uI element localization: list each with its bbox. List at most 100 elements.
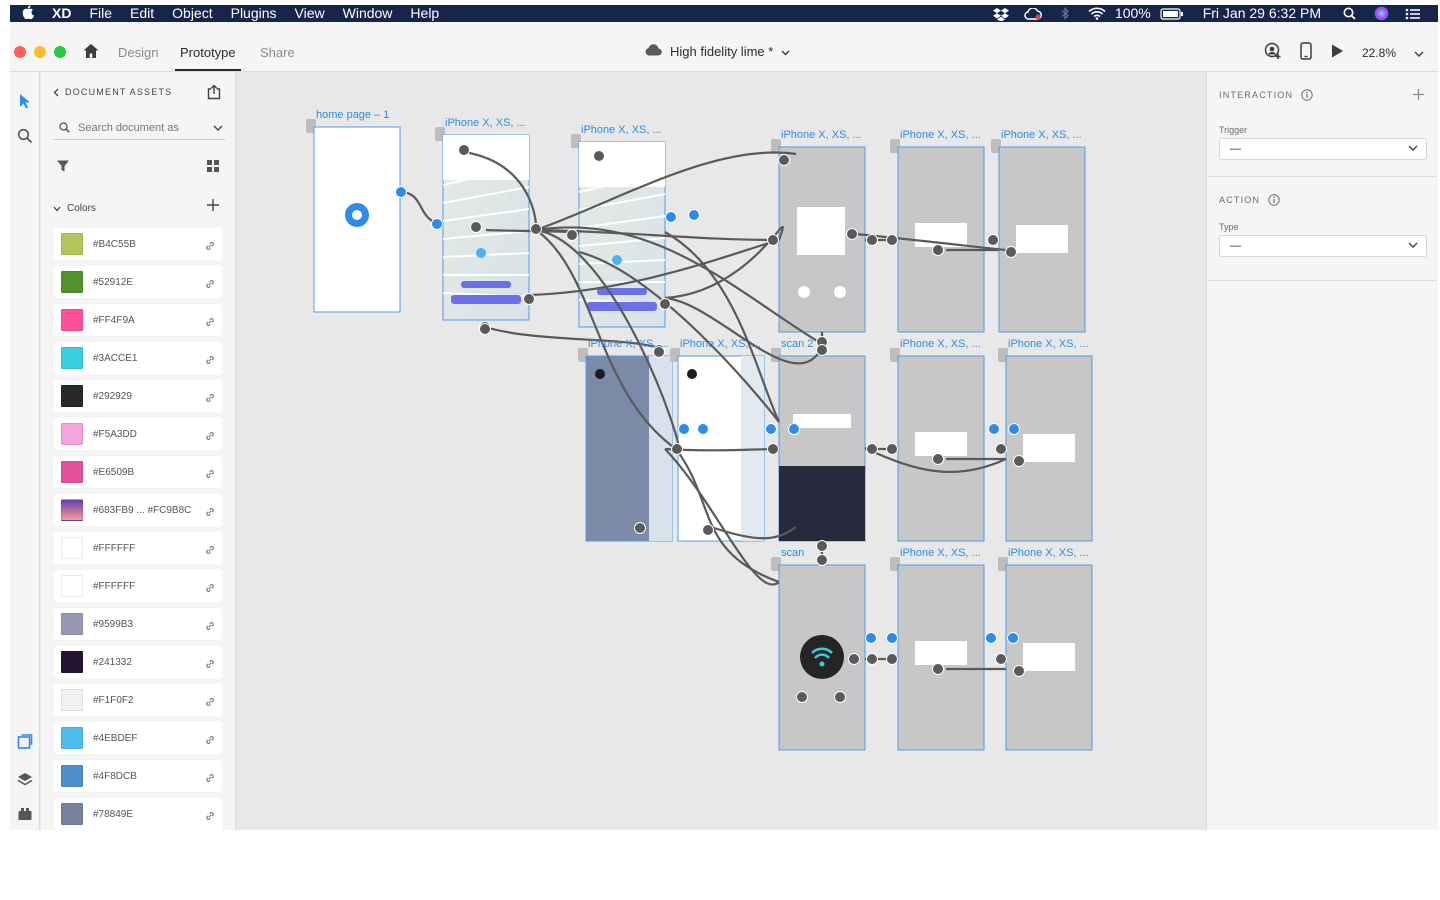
wire-handle[interactable] [765,423,777,435]
wire-handle[interactable] [470,221,482,233]
share-assets-icon[interactable] [206,84,222,105]
color-chip[interactable] [61,651,83,673]
wire-handle[interactable] [659,298,671,310]
color-chip[interactable] [61,575,83,597]
wire-handle[interactable] [816,554,828,566]
assets-back-button[interactable]: DOCUMENT ASSETS [53,87,172,97]
wire-handle[interactable] [932,244,944,256]
wire-handle[interactable] [767,443,779,455]
wire-handle[interactable] [932,663,944,675]
color-chip[interactable] [61,613,83,635]
wire-handle[interactable] [702,524,714,536]
wire-handle[interactable] [886,632,898,644]
add-color-icon[interactable] [207,198,219,216]
link-icon[interactable] [205,276,215,294]
search-filter-chevron-down-icon[interactable] [213,125,223,131]
artboard-label-menu2[interactable]: iPhone X, XS, ... [680,338,761,350]
wire-handle[interactable] [886,234,898,246]
color-chip[interactable] [61,765,83,787]
wire-handle[interactable] [995,653,1007,665]
wire-handle[interactable] [530,223,542,235]
artboard-r2c3[interactable] [998,348,1093,542]
link-icon[interactable] [205,428,215,446]
search-input[interactable] [78,121,198,134]
document-title-dropdown[interactable]: High fidelity lime * [644,44,790,59]
apple-icon[interactable] [10,5,43,23]
color-chip[interactable] [61,347,83,369]
link-icon[interactable] [205,656,215,674]
home-icon[interactable] [82,42,100,60]
link-icon[interactable] [205,504,215,522]
color-swatch-row[interactable]: #683FB9 ... #FC9B8C [54,494,222,526]
color-swatch-row[interactable]: #FFFFFF [54,532,222,564]
artboard-label-r2c3[interactable]: iPhone X, XS, ... [1008,338,1089,350]
layers-panel-icon[interactable] [14,768,36,790]
link-icon[interactable] [205,542,215,560]
color-chip[interactable] [61,461,83,483]
siri-icon[interactable] [1372,6,1390,21]
link-icon[interactable] [205,466,215,484]
wire-handle[interactable] [816,540,828,552]
color-chip[interactable] [61,727,83,749]
select-tool-icon[interactable] [14,90,36,112]
artboard-r1c2[interactable] [890,139,985,333]
menu-plugins[interactable]: Plugins [222,5,286,22]
wire-handle[interactable] [395,186,407,198]
grid-view-icon[interactable] [207,159,219,177]
artboard-menu2[interactable] [670,348,765,542]
wire-handle[interactable] [1007,632,1019,644]
zoom-chevron-down-icon[interactable] [1414,46,1424,60]
wire-handle[interactable] [848,653,860,665]
wire-handle[interactable] [788,423,800,435]
menu-help[interactable]: Help [401,5,448,22]
color-swatch-row[interactable]: #52912E [54,266,222,298]
wire-handle[interactable] [671,443,683,455]
color-chip[interactable] [61,233,83,255]
artboard-r3c3[interactable] [998,557,1093,751]
wire-handle[interactable] [886,443,898,455]
artboard-label-r1c1[interactable]: iPhone X, XS, ... [781,129,862,141]
wire-handle[interactable] [1005,246,1017,258]
artboard-scan[interactable] [771,557,866,751]
wire-handle[interactable] [593,150,605,162]
artboard-home[interactable] [306,119,401,313]
wifi-icon[interactable] [1088,7,1106,21]
artboard-r2c2[interactable] [890,348,985,542]
link-icon[interactable] [205,694,215,712]
play-preview-icon[interactable] [1330,43,1344,62]
wire-handle[interactable] [866,653,878,665]
wire-handle[interactable] [988,423,1000,435]
artboard-label-r2c2[interactable]: iPhone X, XS, ... [900,338,981,350]
artboard-r1c3[interactable] [991,139,1086,333]
asset-search[interactable] [53,116,225,140]
menu-file[interactable]: File [80,5,121,22]
trigger-select[interactable]: — [1219,138,1427,160]
link-icon[interactable] [205,238,215,256]
bluetooth-icon[interactable] [1056,7,1074,21]
close-window-button[interactable] [14,46,26,58]
artboard-label-r1c2[interactable]: iPhone X, XS, ... [900,129,981,141]
menu-app-name[interactable]: XD [43,5,80,22]
artboard-label-home[interactable]: home page – 1 [316,109,389,121]
wire-handle[interactable] [523,293,535,305]
color-chip[interactable] [61,689,83,711]
color-chip[interactable] [61,803,83,825]
wire-handle[interactable] [665,211,677,223]
color-swatch-row[interactable]: #9599B3 [54,608,222,640]
color-swatch-row[interactable]: #292929 [54,380,222,412]
wire-handle[interactable] [834,691,846,703]
creative-cloud-icon[interactable] [1024,7,1042,21]
wire-handle[interactable] [1013,665,1025,677]
link-icon[interactable] [205,808,215,826]
artboard-scan2[interactable] [771,348,866,542]
wire-handle[interactable] [767,234,779,246]
type-select[interactable]: — [1219,235,1427,257]
info-icon[interactable] [1268,194,1280,206]
zoom-window-button[interactable] [54,46,66,58]
color-swatch-row[interactable]: #4EBDEF [54,722,222,754]
color-swatch-row[interactable]: #B4C55B [54,228,222,260]
artboard-label-r3c2[interactable]: iPhone X, XS, ... [900,547,981,559]
tab-share[interactable]: Share [260,45,295,60]
color-swatch-row[interactable]: #3ACCE1 [54,342,222,374]
wire-handle[interactable] [866,234,878,246]
